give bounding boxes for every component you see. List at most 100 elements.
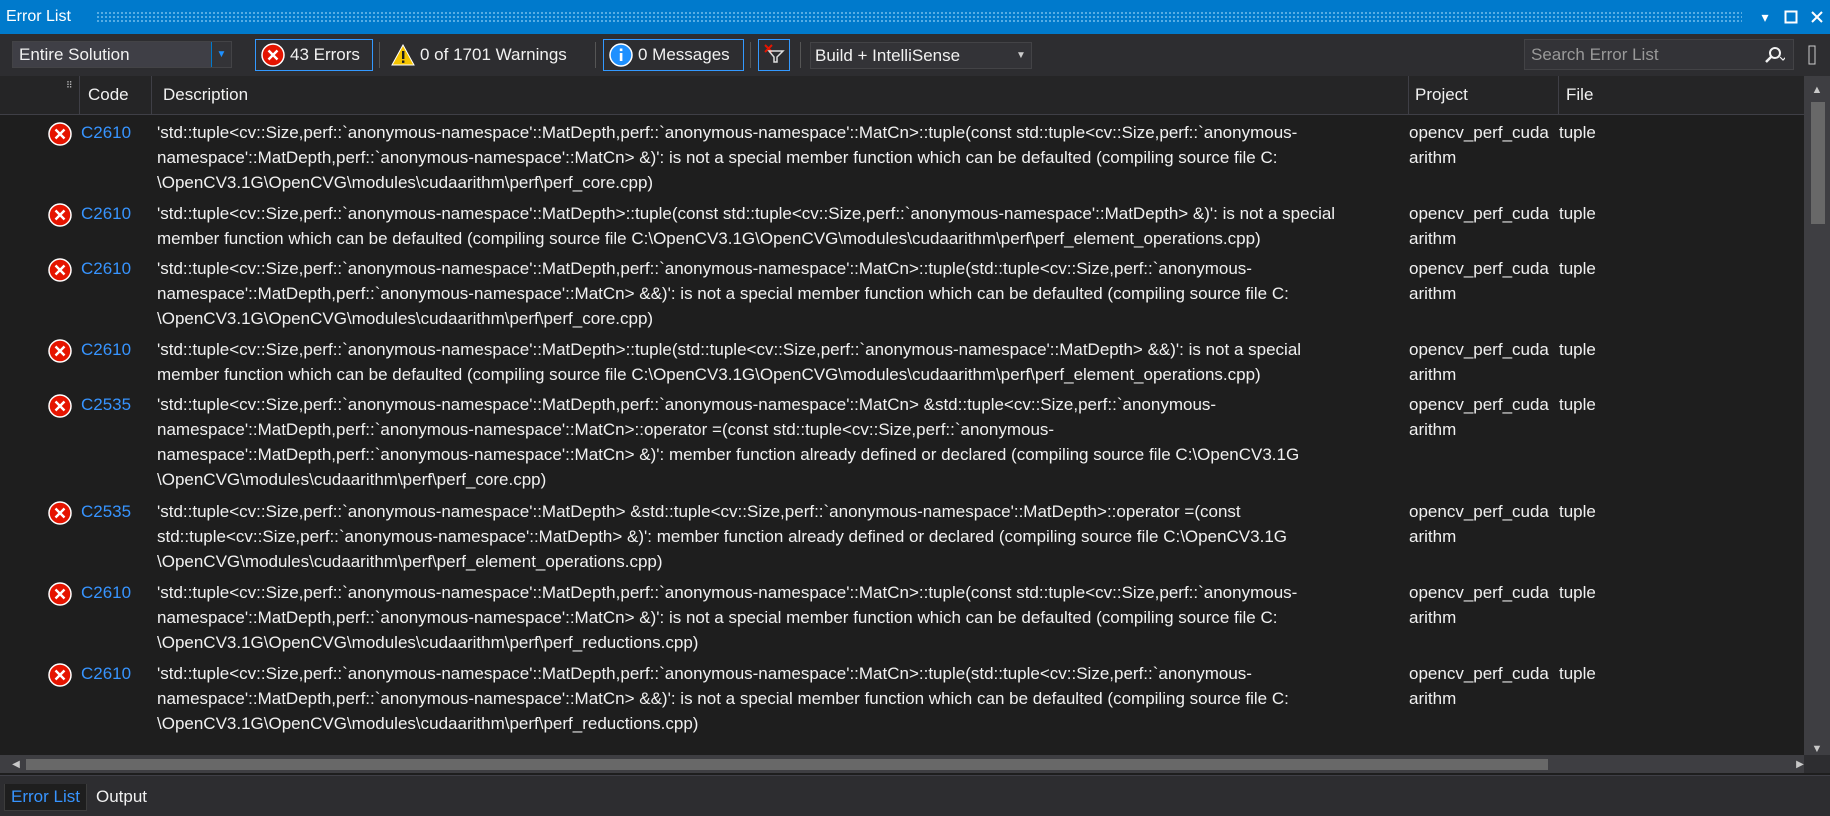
error-row[interactable]: C2610 'std::tuple<cv::Size,perf::`anonym…: [0, 661, 1804, 741]
error-row[interactable]: C2610 'std::tuple<cv::Size,perf::`anonym…: [0, 337, 1804, 391]
toolbar-overflow-icon[interactable]: [1806, 42, 1820, 68]
description-line: 'std::tuple<cv::Size,perf::`anonymous-na…: [157, 204, 1336, 223]
description-line: namespace'::MatDepth,perf::`anonymous-na…: [157, 148, 1278, 167]
project-line: arithm: [1409, 689, 1457, 708]
error-icon: [48, 122, 72, 146]
description-line: \OpenCVG\modules\cudaarithm\perf\perf_el…: [157, 552, 663, 571]
error-project: opencv_perf_cuda arithm: [1409, 580, 1559, 630]
error-code-link[interactable]: C2535: [81, 392, 131, 417]
project-line: arithm: [1409, 527, 1457, 546]
error-code-link[interactable]: C2610: [81, 580, 131, 605]
vertical-scrollbar[interactable]: ▲ ▼: [1804, 76, 1830, 755]
column-options-icon[interactable]: ⠿: [66, 80, 74, 91]
column-divider[interactable]: [1408, 76, 1409, 114]
scroll-thumb[interactable]: [26, 759, 1548, 770]
error-project: opencv_perf_cuda arithm: [1409, 661, 1559, 711]
description-line: \OpenCV3.1G\OpenCVG\modules\cudaarithm\p…: [157, 309, 654, 328]
column-divider[interactable]: [151, 76, 152, 114]
tab-output[interactable]: Output: [90, 784, 153, 810]
error-file: tuple: [1559, 204, 1596, 223]
search-icon[interactable]: [1754, 46, 1793, 64]
column-header-description[interactable]: Description: [163, 85, 248, 105]
toolbar-separator: [595, 42, 596, 68]
description-line: \OpenCV3.1G\OpenCVG\modules\cudaarithm\p…: [157, 714, 699, 733]
chevron-down-icon: ▼: [1016, 50, 1026, 61]
error-project: opencv_perf_cuda arithm: [1409, 392, 1559, 442]
error-code-link[interactable]: C2610: [81, 120, 131, 145]
error-code-link[interactable]: C2610: [81, 661, 131, 686]
clear-filter-button[interactable]: [758, 39, 790, 71]
maximize-icon[interactable]: [1778, 4, 1804, 30]
project-line: arithm: [1409, 284, 1457, 303]
error-row[interactable]: C2535 'std::tuple<cv::Size,perf::`anonym…: [0, 392, 1804, 498]
tab-error-list[interactable]: Error List: [4, 784, 87, 811]
error-icon: [48, 339, 72, 363]
error-row[interactable]: C2610 'std::tuple<cv::Size,perf::`anonym…: [0, 256, 1804, 336]
error-icon: [48, 501, 72, 525]
tool-window-titlebar[interactable]: Error List ▾: [0, 0, 1830, 34]
drag-grip[interactable]: [96, 11, 1742, 23]
clear-filter-icon: [763, 43, 785, 68]
error-file: tuple: [1559, 583, 1596, 602]
build-source-dropdown[interactable]: Build + IntelliSense ▼: [810, 42, 1032, 69]
messages-filter-button[interactable]: 0 Messages: [603, 39, 744, 71]
errors-count-label: 43 Errors: [290, 45, 360, 64]
description-line: 'std::tuple<cv::Size,perf::`anonymous-na…: [157, 340, 1302, 359]
chevron-down-icon[interactable]: ▼: [211, 42, 231, 67]
close-icon[interactable]: [1804, 4, 1830, 30]
search-input[interactable]: [1525, 43, 1754, 66]
error-row[interactable]: C2535 'std::tuple<cv::Size,perf::`anonym…: [0, 499, 1804, 579]
warnings-filter-button[interactable]: 0 of 1701 Warnings: [386, 39, 586, 71]
project-line: opencv_perf_cuda: [1409, 259, 1549, 278]
description-line: 'std::tuple<cv::Size,perf::`anonymous-na…: [157, 502, 1241, 521]
error-description: 'std::tuple<cv::Size,perf::`anonymous-na…: [157, 256, 1397, 331]
error-description: 'std::tuple<cv::Size,perf::`anonymous-na…: [157, 392, 1397, 492]
error-project: opencv_perf_cuda arithm: [1409, 256, 1559, 306]
error-project: opencv_perf_cuda arithm: [1409, 201, 1559, 251]
error-row[interactable]: C2610 'std::tuple<cv::Size,perf::`anonym…: [0, 120, 1804, 200]
build-source-label: Build + IntelliSense: [815, 45, 961, 65]
toolbar-separator: [750, 42, 751, 68]
description-line: namespace'::MatDepth,perf::`anonymous-na…: [157, 608, 1278, 627]
error-code-link[interactable]: C2610: [81, 256, 131, 281]
dropdown-menu-icon[interactable]: ▾: [1752, 4, 1778, 30]
column-divider[interactable]: [79, 76, 80, 114]
project-line: opencv_perf_cuda: [1409, 583, 1549, 602]
project-line: arithm: [1409, 365, 1457, 384]
project-line: arithm: [1409, 148, 1457, 167]
column-header-project[interactable]: Project: [1415, 85, 1468, 105]
description-line: member function which can be defaulted (…: [157, 229, 1261, 248]
info-icon: [609, 43, 633, 67]
error-icon: [48, 663, 72, 687]
column-header-row: ⠿ Code Description Project File: [0, 76, 1804, 115]
scope-label: Entire Solution: [19, 44, 130, 64]
scope-dropdown[interactable]: Entire Solution ▼: [12, 41, 232, 68]
error-description: 'std::tuple<cv::Size,perf::`anonymous-na…: [157, 120, 1397, 195]
column-header-file[interactable]: File: [1566, 85, 1593, 105]
warning-icon: [391, 44, 415, 66]
error-code-link[interactable]: C2610: [81, 201, 131, 226]
description-line: std::tuple<cv::Size,perf::`anonymous-nam…: [157, 527, 1287, 546]
horizontal-scrollbar[interactable]: ◀ ▶: [0, 755, 1804, 773]
search-box: [1524, 39, 1794, 70]
description-line: 'std::tuple<cv::Size,perf::`anonymous-na…: [157, 123, 1298, 142]
description-line: 'std::tuple<cv::Size,perf::`anonymous-na…: [157, 583, 1298, 602]
description-line: namespace'::MatDepth,perf::`anonymous-na…: [157, 420, 1055, 439]
error-list-body: C2610 'std::tuple<cv::Size,perf::`anonym…: [0, 116, 1804, 755]
scroll-thumb[interactable]: [1811, 102, 1825, 224]
errors-filter-button[interactable]: 43 Errors: [255, 39, 373, 71]
column-divider[interactable]: [1558, 76, 1559, 114]
description-line: \OpenCV3.1G\OpenCVG\modules\cudaarithm\p…: [157, 633, 699, 652]
description-line: namespace'::MatDepth,perf::`anonymous-na…: [157, 445, 1300, 464]
error-row[interactable]: C2610 'std::tuple<cv::Size,perf::`anonym…: [0, 201, 1804, 255]
project-line: opencv_perf_cuda: [1409, 204, 1549, 223]
error-file: tuple: [1559, 123, 1596, 142]
scroll-left-icon[interactable]: ◀: [6, 755, 26, 773]
description-line: \OpenCV3.1G\OpenCVG\modules\cudaarithm\p…: [157, 173, 654, 192]
error-code-link[interactable]: C2610: [81, 337, 131, 362]
error-row[interactable]: C2610 'std::tuple<cv::Size,perf::`anonym…: [0, 580, 1804, 660]
column-header-code[interactable]: Code: [88, 85, 129, 105]
project-line: opencv_perf_cuda: [1409, 502, 1549, 521]
error-code-link[interactable]: C2535: [81, 499, 131, 524]
scroll-up-icon[interactable]: ▲: [1804, 80, 1830, 100]
